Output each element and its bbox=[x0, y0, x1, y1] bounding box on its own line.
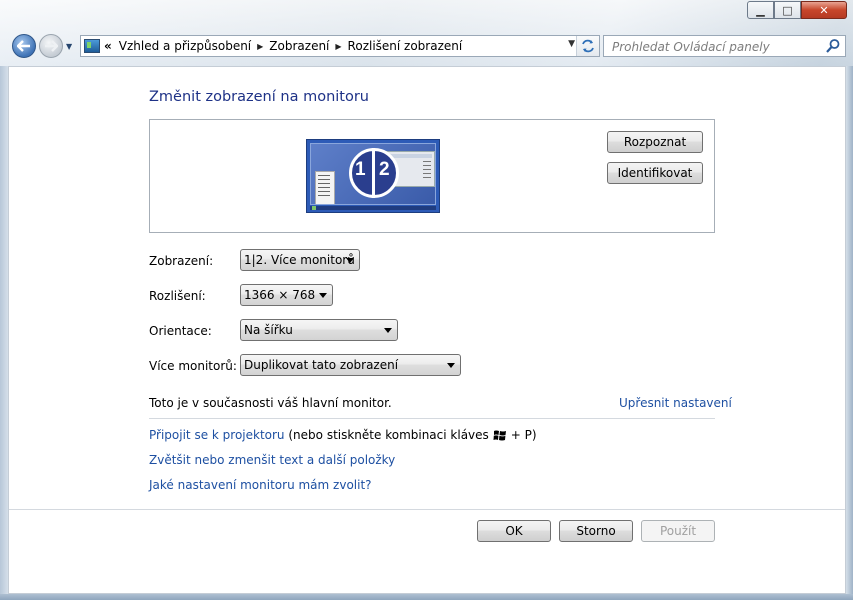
advanced-settings-link[interactable]: Upřesnit nastavení bbox=[619, 396, 732, 410]
back-arrow-icon bbox=[17, 40, 30, 52]
navigation-bar: ▼ « Vzhled a přizpůsobení ▶ Zobrazení ▶ … bbox=[8, 34, 846, 60]
monitor-preview-box: 1 2 Rozpoznat Identifikovat bbox=[149, 119, 715, 233]
dropdown-arrow-icon bbox=[346, 258, 354, 263]
multiple-monitors-select[interactable]: Duplikovat tato zobrazení bbox=[240, 354, 461, 376]
ok-button[interactable]: OK bbox=[477, 520, 551, 542]
recent-pages-dropdown-icon[interactable]: ▼ bbox=[66, 42, 72, 51]
primary-monitor-status: Toto je v současnosti váš hlavní monitor… bbox=[149, 396, 392, 410]
page-title: Změnit zobrazení na monitoru bbox=[149, 89, 369, 105]
display-label: Zobrazení: bbox=[149, 254, 214, 268]
text-size-link[interactable]: Zvětšit nebo zmenšit text a další položk… bbox=[149, 453, 395, 467]
orientation-select-value: Na šířku bbox=[244, 323, 293, 337]
minimize-button[interactable]: ▁ bbox=[747, 1, 774, 19]
monitor-number-divider bbox=[372, 148, 375, 198]
breadcrumb-appearance[interactable]: Vzhled a přizpůsobení bbox=[115, 39, 255, 53]
breadcrumb-display[interactable]: Zobrazení bbox=[265, 39, 333, 53]
apply-button[interactable]: Použít bbox=[641, 520, 715, 542]
caption-buttons: ▁ □ ✕ bbox=[747, 1, 847, 19]
orientation-label: Orientace: bbox=[149, 324, 212, 338]
search-box[interactable] bbox=[603, 35, 846, 57]
breadcrumb-overflow[interactable]: « bbox=[104, 39, 115, 53]
refresh-icon bbox=[582, 39, 594, 53]
breadcrumb-resolution[interactable]: Rozlišení zobrazení bbox=[344, 39, 467, 53]
identify-button[interactable]: Identifikovat bbox=[607, 162, 703, 184]
main-panel: Změnit zobrazení na monitoru 1 2 Rozpozn… bbox=[8, 66, 846, 594]
window-bottom-border bbox=[0, 594, 853, 600]
footer-divider bbox=[9, 509, 845, 510]
projector-hint-text: (nebo stiskněte kombinaci kláves bbox=[288, 428, 489, 442]
back-button[interactable] bbox=[12, 34, 36, 58]
breadcrumb-separator-icon[interactable]: ▶ bbox=[255, 42, 265, 51]
which-settings-link[interactable]: Jaké nastavení monitoru mám zvolit? bbox=[149, 478, 372, 492]
display-select[interactable]: 1|2. Více monitorů bbox=[240, 249, 360, 271]
resolution-select[interactable]: 1366 × 768 bbox=[240, 284, 333, 306]
maximize-button[interactable]: □ bbox=[774, 1, 801, 19]
breadcrumb-separator-icon[interactable]: ▶ bbox=[333, 42, 343, 51]
connect-projector-link[interactable]: Připojit se k projektoru bbox=[149, 428, 285, 442]
dropdown-arrow-icon bbox=[447, 363, 455, 368]
cancel-button[interactable]: Storno bbox=[559, 520, 633, 542]
dropdown-arrow-icon bbox=[319, 293, 327, 298]
address-history-dropdown-icon[interactable]: ▼ bbox=[568, 39, 575, 49]
close-button[interactable]: ✕ bbox=[801, 1, 847, 19]
window-left-border bbox=[0, 66, 8, 594]
control-panel-icon bbox=[84, 39, 100, 53]
multiple-monitors-label: Více monitorů: bbox=[149, 359, 237, 373]
search-input[interactable] bbox=[610, 37, 824, 57]
monitor-screen: 1 2 bbox=[310, 143, 436, 205]
forward-button[interactable] bbox=[39, 34, 63, 58]
preview-start-icon bbox=[312, 206, 316, 210]
preview-taskbar bbox=[310, 206, 436, 210]
divider bbox=[149, 418, 715, 419]
projector-row: Připojit se k projektoru (nebo stiskněte… bbox=[149, 428, 537, 442]
orientation-select[interactable]: Na šířku bbox=[240, 319, 398, 341]
monitor-preview[interactable]: 1 2 bbox=[306, 139, 440, 213]
forward-arrow-icon bbox=[45, 40, 58, 52]
detect-button[interactable]: Rozpoznat bbox=[607, 131, 703, 153]
multiple-monitors-select-value: Duplikovat tato zobrazení bbox=[244, 358, 399, 372]
preview-window-icon bbox=[315, 171, 335, 204]
monitor-number-2: 2 bbox=[379, 159, 390, 180]
projector-hint-key: + P) bbox=[510, 428, 537, 442]
resolution-label: Rozlišení: bbox=[149, 289, 206, 303]
resolution-select-value: 1366 × 768 bbox=[244, 288, 316, 302]
window-right-border bbox=[846, 66, 853, 594]
dropdown-arrow-icon bbox=[384, 328, 392, 333]
windows-logo-icon bbox=[493, 430, 506, 441]
refresh-button[interactable] bbox=[576, 36, 599, 56]
search-icon[interactable] bbox=[825, 38, 841, 54]
monitor-number-1: 1 bbox=[355, 159, 366, 180]
display-select-value: 1|2. Více monitorů bbox=[244, 253, 355, 267]
address-bar[interactable]: « Vzhled a přizpůsobení ▶ Zobrazení ▶ Ro… bbox=[80, 35, 600, 57]
